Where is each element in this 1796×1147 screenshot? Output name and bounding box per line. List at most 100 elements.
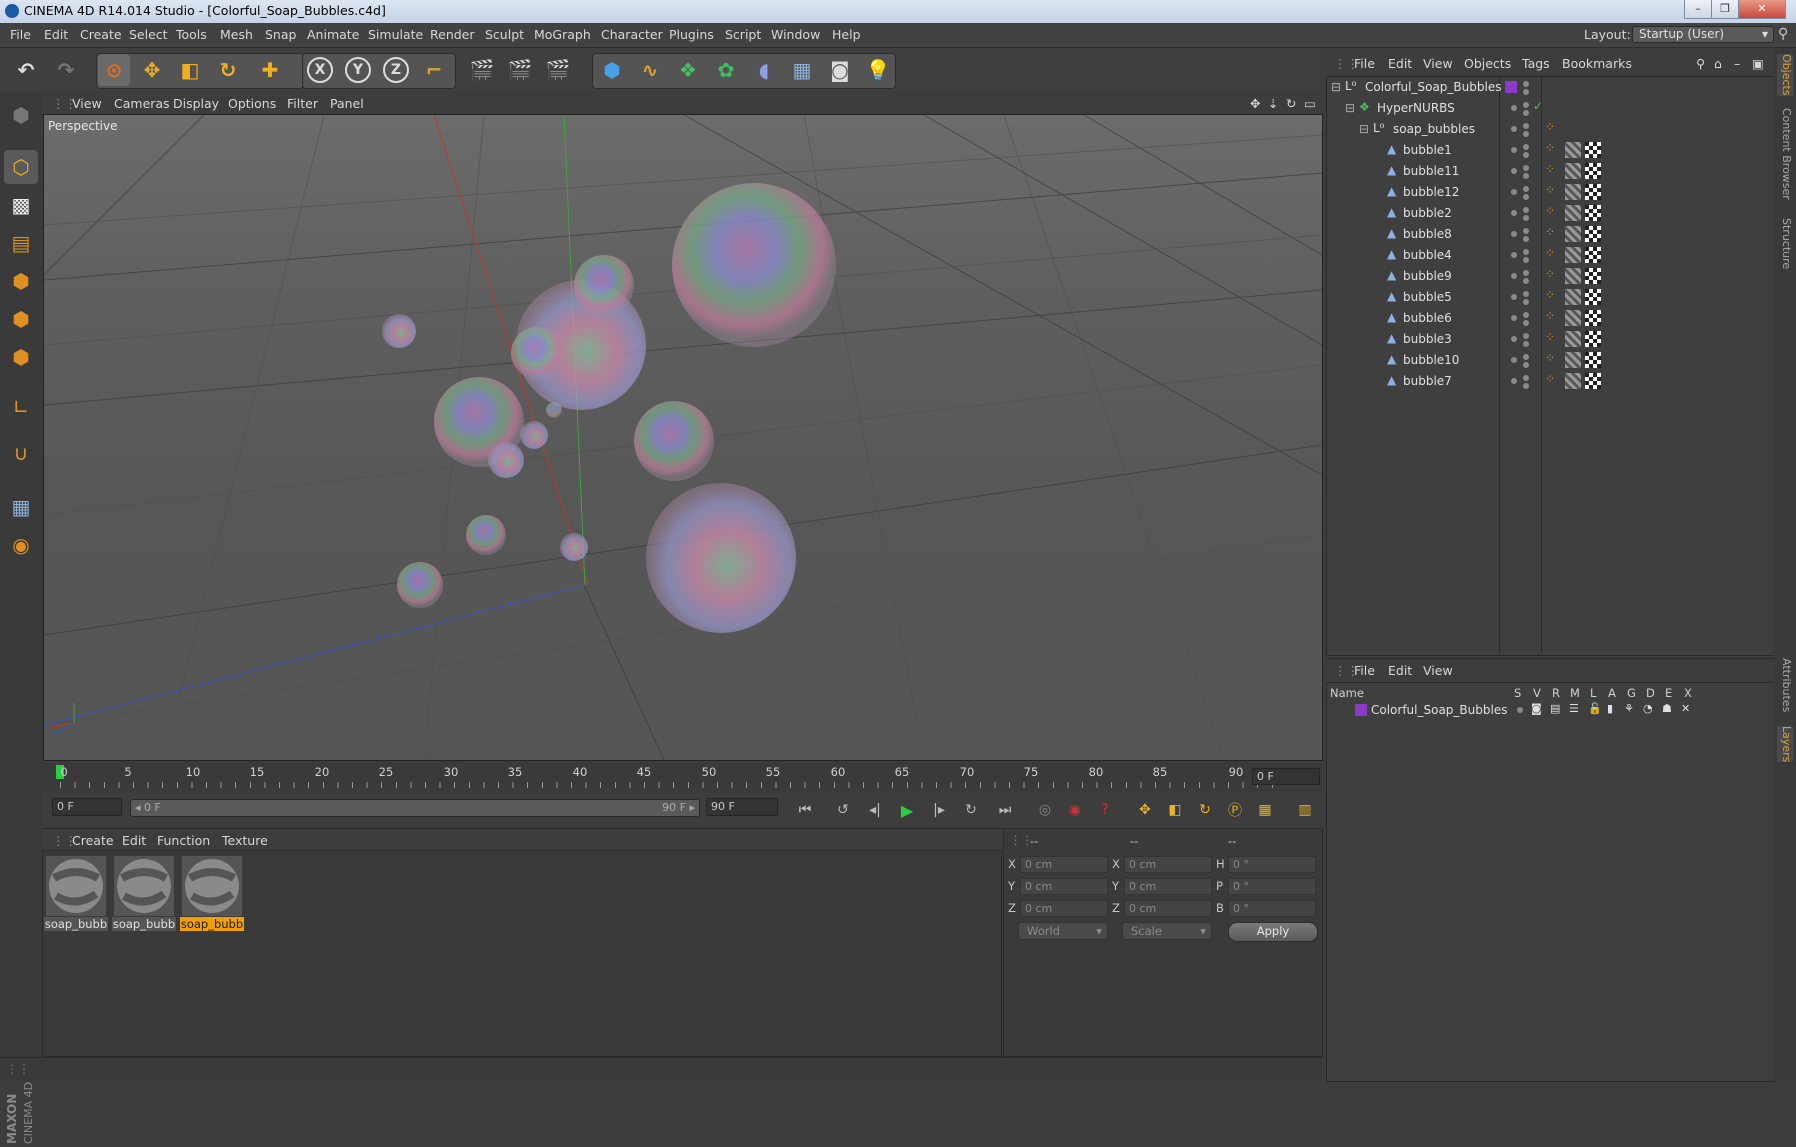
render-visibility-dot[interactable] — [1523, 320, 1529, 326]
editor-visibility-dot[interactable] — [1523, 102, 1529, 108]
magnet-icon[interactable]: ∪ — [4, 436, 38, 470]
viewport-menu-filter[interactable]: Filter — [287, 96, 318, 111]
scale-icon[interactable]: ◧ — [174, 54, 206, 86]
column-header-name[interactable]: Name — [1330, 686, 1364, 700]
camera-icon[interactable]: ◙ — [824, 54, 856, 86]
column-header-manager[interactable]: M — [1570, 686, 1580, 700]
tab-objects[interactable]: Objects — [1777, 54, 1793, 96]
live-selection-icon[interactable]: ⊙ — [98, 54, 130, 86]
menu-help[interactable]: Help — [832, 27, 861, 42]
material-menu-function[interactable]: Function — [157, 833, 210, 848]
viewport-menu-display[interactable]: Display — [173, 96, 219, 111]
record-scale-icon[interactable]: ◧ — [1162, 797, 1188, 823]
tab-content-browser[interactable]: Content Browser — [1777, 108, 1793, 200]
size-z-field[interactable]: 0 cm — [1124, 900, 1212, 917]
render-visibility-dot[interactable] — [1523, 257, 1529, 263]
column-header-solo[interactable]: S — [1514, 686, 1521, 700]
render-visibility-dot[interactable] — [1523, 362, 1529, 368]
texture-tag-icon[interactable] — [1585, 373, 1601, 389]
material-swatch[interactable]: soap_bubb — [112, 854, 176, 932]
editor-visibility-dot[interactable] — [1523, 123, 1529, 129]
viewport-menu-view[interactable]: View — [72, 96, 102, 111]
record-active-objects-icon[interactable]: ◎ — [1032, 797, 1058, 823]
material-swatch-selected[interactable]: soap_bubb — [180, 854, 244, 932]
minimize-button[interactable]: – — [1684, 0, 1712, 19]
maximize-button[interactable]: ❐ — [1711, 0, 1739, 19]
size-x-field[interactable]: 0 cm — [1124, 856, 1212, 873]
editor-visibility-dot[interactable] — [1523, 291, 1529, 297]
phong-tag-icon[interactable]: ⁘ — [1545, 204, 1555, 218]
edges-mode-icon[interactable]: ⬢ — [4, 302, 38, 336]
record-pla-icon[interactable]: ▦ — [1252, 797, 1278, 823]
menu-edit[interactable]: Edit — [44, 27, 68, 42]
preview-range-slider[interactable]: ◂ 0 F 90 F ▸ — [130, 799, 700, 817]
object-row[interactable]: ▲ bubble12 ⁘ — [1327, 182, 1773, 203]
points-mode-icon[interactable]: ⬢ — [4, 264, 38, 298]
object-row[interactable]: ▲ bubble5 ⁘ — [1327, 287, 1773, 308]
texture-mode-icon[interactable]: ▩ — [4, 188, 38, 222]
rotation-p-field[interactable]: 0 ° — [1228, 878, 1316, 895]
texture-tag-icon[interactable] — [1585, 268, 1601, 284]
record-position-icon[interactable]: ✥ — [1132, 797, 1158, 823]
rotation-h-field[interactable]: 0 ° — [1228, 856, 1316, 873]
go-to-start-icon[interactable]: ⏮ — [792, 797, 818, 823]
layer-row[interactable]: Colorful_Soap_Bubbles ◙ ▤ ☰ 🔓 ▮ ⚘ ◔ ☗ ✕ — [1327, 700, 1773, 721]
layer-color-swatch[interactable] — [1355, 704, 1367, 716]
object-row[interactable]: ⊟ L⁰ Colorful_Soap_Bubbles — [1327, 77, 1773, 98]
viewport-move-icon[interactable]: ✥ — [1250, 96, 1260, 111]
panel-menu-icon[interactable]: ▣ — [1752, 56, 1764, 71]
uvw-tag-icon[interactable] — [1565, 184, 1581, 200]
start-frame-field[interactable]: 0 F — [52, 798, 122, 816]
axis-mode-icon[interactable]: ∟ — [4, 390, 38, 424]
render-visibility-dot[interactable] — [1523, 152, 1529, 158]
render-picture-viewer-icon[interactable]: 🎬 — [504, 54, 536, 86]
editor-visibility-dot[interactable] — [1523, 312, 1529, 318]
phong-tag-icon[interactable]: ⁘ — [1545, 225, 1555, 239]
material-swatch[interactable]: soap_bubb — [44, 854, 108, 932]
render-visibility-dot[interactable] — [1523, 278, 1529, 284]
editor-visibility-dot[interactable] — [1523, 81, 1529, 87]
end-frame-field[interactable]: 90 F — [706, 798, 778, 816]
render-toggle-icon[interactable]: ▤ — [1550, 702, 1560, 715]
object-menu-tags[interactable]: Tags — [1522, 56, 1550, 71]
uvw-tag-icon[interactable] — [1565, 289, 1581, 305]
workplane-mode-icon[interactable]: ▤ — [4, 226, 38, 260]
render-visibility-dot[interactable] — [1523, 194, 1529, 200]
editor-visibility-dot[interactable] — [1523, 144, 1529, 150]
deformers-toggle-icon[interactable]: ◔ — [1643, 702, 1653, 715]
editor-visibility-dot[interactable] — [1523, 186, 1529, 192]
layer-menu-file[interactable]: File — [1354, 663, 1375, 678]
3d-viewport[interactable] — [43, 114, 1323, 761]
phong-tag-icon[interactable]: ⁘ — [1545, 246, 1555, 260]
uvw-tag-icon[interactable] — [1565, 142, 1581, 158]
texture-tag-icon[interactable] — [1585, 310, 1601, 326]
manager-toggle-icon[interactable]: ☰ — [1569, 702, 1579, 715]
menu-simulate[interactable]: Simulate — [368, 27, 423, 42]
object-menu-file[interactable]: File — [1354, 56, 1375, 71]
menu-snap[interactable]: Snap — [265, 27, 296, 42]
viewport-layout-icon[interactable]: ▭ — [1304, 96, 1316, 111]
uvw-tag-icon[interactable] — [1565, 268, 1581, 284]
phong-tag-icon[interactable]: ⁘ — [1545, 162, 1555, 176]
home-icon[interactable]: ⌂ — [1714, 56, 1722, 71]
floor-icon[interactable]: ▦ — [786, 54, 818, 86]
play-icon[interactable]: ▶ — [894, 797, 920, 823]
object-row[interactable]: ▲ bubble4 ⁘ — [1327, 245, 1773, 266]
search-icon[interactable]: ⚲ — [1696, 56, 1705, 71]
uvw-tag-icon[interactable] — [1565, 352, 1581, 368]
x-axis-lock-icon[interactable]: X — [304, 54, 336, 86]
editor-visibility-dot[interactable] — [1523, 333, 1529, 339]
redo-icon[interactable]: ↷ — [50, 54, 82, 86]
render-visibility-dot[interactable] — [1523, 131, 1529, 137]
light-icon[interactable]: 💡 — [862, 54, 894, 86]
record-parameter-icon[interactable]: Ⓟ — [1222, 797, 1248, 823]
render-visibility-dot[interactable] — [1523, 173, 1529, 179]
menu-plugins[interactable]: Plugins — [669, 27, 714, 42]
position-y-field[interactable]: 0 cm — [1020, 878, 1108, 895]
undo-icon[interactable]: ↶ — [10, 54, 42, 86]
expressions-toggle-icon[interactable]: ☗ — [1662, 702, 1672, 715]
render-visibility-dot[interactable] — [1523, 383, 1529, 389]
object-row[interactable]: ⊟ ❖ HyperNURBS ✓ — [1327, 98, 1773, 119]
tab-attributes[interactable]: Attributes — [1777, 658, 1793, 712]
uvw-tag-icon[interactable] — [1565, 247, 1581, 263]
